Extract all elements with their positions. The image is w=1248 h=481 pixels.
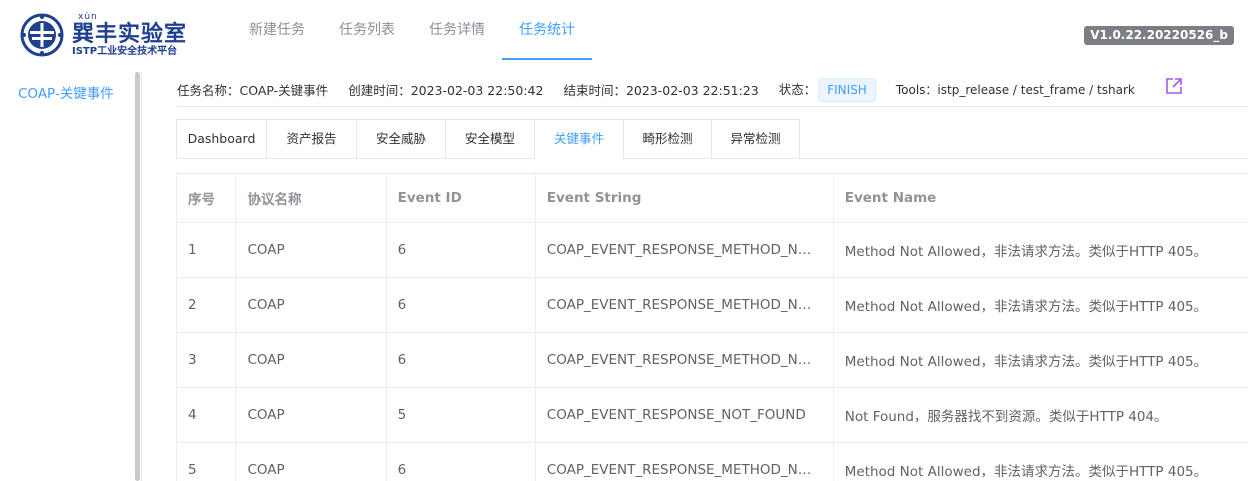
- tab-anomaly-detection[interactable]: 异常检测: [711, 119, 800, 159]
- table-row[interactable]: 5 COAP 6 COAP_EVENT_RESPONSE_METHOD_N… M…: [177, 443, 1248, 481]
- nav-task-stats[interactable]: 任务统计: [502, 0, 592, 60]
- tab-malformed-detection[interactable]: 畸形检测: [623, 119, 711, 159]
- cell-event-string: COAP_EVENT_RESPONSE_METHOD_N…: [536, 333, 834, 387]
- nav-task-list[interactable]: 任务列表: [322, 0, 412, 60]
- scrollbar-thumb[interactable]: [135, 72, 140, 481]
- cell-event-name: Method Not Allowed，非法请求方法。类似于HTTP 405。: [844, 464, 1208, 480]
- cell-event-id: 6: [387, 278, 536, 332]
- col-header-event-string: Event String: [536, 174, 834, 222]
- events-table: 序号 协议名称 Event ID Event String Event Name…: [176, 173, 1248, 481]
- tab-key-events[interactable]: 关键事件: [534, 119, 623, 159]
- created-time: 创建时间：2023-02-03 22:50:42: [348, 83, 544, 98]
- cell-protocol: COAP: [236, 278, 387, 332]
- col-header-protocol: 协议名称: [236, 174, 387, 222]
- end-time: 结束时间：2023-02-03 22:51:23: [563, 83, 759, 98]
- cell-index: 5: [177, 443, 237, 481]
- sidebar-scrollbar[interactable]: [134, 72, 142, 481]
- col-header-index: 序号: [177, 174, 237, 222]
- cell-event-name: Method Not Allowed，非法请求方法。类似于HTTP 405。: [844, 244, 1208, 260]
- cell-event-string: COAP_EVENT_RESPONSE_METHOD_N…: [536, 278, 834, 332]
- cell-event-name: Method Not Allowed，非法请求方法。类似于HTTP 405。: [844, 354, 1208, 370]
- cell-event-string: COAP_EVENT_RESPONSE_NOT_FOUND: [536, 388, 834, 442]
- tab-asset-report[interactable]: 资产报告: [266, 119, 356, 159]
- cell-index: 3: [177, 333, 237, 387]
- external-link-icon[interactable]: [1165, 77, 1183, 95]
- logo-icon: [20, 13, 64, 57]
- logo-subtitle: ISTP工业安全技术平台: [72, 45, 178, 57]
- nav-new-task[interactable]: 新建任务: [232, 0, 322, 60]
- cell-event-id: 6: [387, 333, 536, 387]
- logo[interactable]: xùn 巽丰实验室 ISTP工业安全技术平台: [20, 12, 187, 58]
- col-header-event-name: Event Name: [844, 190, 937, 206]
- top-nav: 新建任务 任务列表 任务详情 任务统计: [232, 0, 592, 60]
- cell-index: 4: [177, 388, 237, 442]
- cell-event-string: COAP_EVENT_RESPONSE_METHOD_N…: [536, 443, 834, 481]
- nav-task-detail[interactable]: 任务详情: [412, 0, 502, 60]
- col-header-event-id: Event ID: [387, 174, 536, 222]
- table-row[interactable]: 4 COAP 5 COAP_EVENT_RESPONSE_NOT_FOUND N…: [177, 388, 1248, 443]
- cell-protocol: COAP: [236, 333, 387, 387]
- cell-protocol: COAP: [236, 388, 387, 442]
- sidebar: COAP-关键事件: [0, 72, 135, 481]
- cell-index: 2: [177, 278, 237, 332]
- tab-security-threats[interactable]: 安全威胁: [356, 119, 445, 159]
- cell-protocol: COAP: [236, 443, 387, 481]
- table-row[interactable]: 1 COAP 6 COAP_EVENT_RESPONSE_METHOD_N… M…: [177, 223, 1248, 278]
- cell-protocol: COAP: [236, 223, 387, 277]
- cell-event-name: Not Found，服务器找不到资源。类似于HTTP 404。: [844, 409, 1168, 425]
- table-row[interactable]: 2 COAP 6 COAP_EVENT_RESPONSE_METHOD_N… M…: [177, 278, 1248, 333]
- table-header: 序号 协议名称 Event ID Event String Event Name: [177, 174, 1248, 223]
- version-badge: V1.0.22.20220526_b: [1084, 26, 1234, 45]
- status-label: 状态：: [778, 81, 817, 97]
- status-field: 状态： FINISH: [778, 77, 876, 102]
- tab-dashboard[interactable]: Dashboard: [176, 119, 266, 159]
- tab-security-model[interactable]: 安全模型: [445, 119, 534, 159]
- logo-title: 巽丰实验室: [72, 20, 188, 47]
- task-name: 任务名称：COAP-关键事件: [177, 83, 329, 98]
- cell-event-string: COAP_EVENT_RESPONSE_METHOD_N…: [536, 223, 834, 277]
- stats-tabs: Dashboard 资产报告 安全威胁 安全模型 关键事件 畸形检测 异常检测: [176, 119, 1248, 159]
- cell-event-id: 6: [387, 443, 536, 481]
- cell-index: 1: [177, 223, 237, 277]
- cell-event-id: 6: [387, 223, 536, 277]
- table-row[interactable]: 3 COAP 6 COAP_EVENT_RESPONSE_METHOD_N… M…: [177, 333, 1248, 388]
- cell-event-id: 5: [387, 388, 536, 442]
- status-badge: FINISH: [818, 77, 876, 102]
- sidebar-item-coap-key-events[interactable]: COAP-关键事件: [0, 72, 135, 102]
- task-info-bar: 任务名称：COAP-关键事件 创建时间：2023-02-03 22:50:42 …: [177, 73, 1248, 107]
- tools-info: Tools：istp_release / test_frame / tshark: [895, 83, 1135, 97]
- cell-event-name: Method Not Allowed，非法请求方法。类似于HTTP 405。: [844, 299, 1208, 315]
